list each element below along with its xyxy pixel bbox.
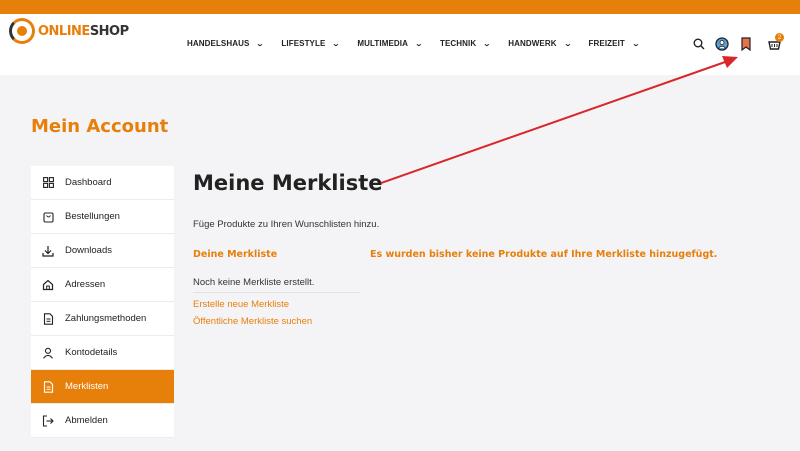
sidebar-item-label: Adressen <box>65 279 106 290</box>
nav-item-multimedia[interactable]: MULTIMEDIA ⌄ <box>357 39 424 48</box>
sidebar-item-label: Abmelden <box>65 415 108 426</box>
document-icon <box>41 380 55 394</box>
logo-text: ONLINESHOP <box>38 24 129 39</box>
nav-item-label: HANDELSHAUS <box>187 39 250 48</box>
sidebar-item-label: Merklisten <box>65 381 109 392</box>
nav-item-handelshaus[interactable]: HANDELSHAUS ⌄ <box>187 39 265 48</box>
user-icon <box>41 346 55 360</box>
chevron-down-icon: ⌄ <box>483 40 492 48</box>
sidebar-item-label: Zahlungsmethoden <box>65 313 147 324</box>
nav-item-freizeit[interactable]: FREIZEIT ⌄ <box>588 39 641 48</box>
wishlist-empty-message: Es wurden bisher keine Produkte auf Ihre… <box>370 249 718 260</box>
chevron-down-icon: ⌄ <box>256 40 265 48</box>
logo-text-part1: ONLINE <box>38 23 90 39</box>
wishlist-page-title: Meine Merkliste <box>193 171 383 195</box>
document-icon <box>41 312 55 326</box>
account-sidebar: Dashboard Bestellungen Downloads Adresse… <box>31 166 174 438</box>
sidebar-item-label: Downloads <box>65 245 112 256</box>
chevron-down-icon: ⌄ <box>631 40 641 48</box>
nav-item-label: FREIZEIT <box>588 39 625 48</box>
logout-icon <box>41 414 55 428</box>
sidebar-item-merklisten[interactable]: Merklisten <box>31 370 174 404</box>
nav-item-technik[interactable]: TECHNIK ⌄ <box>439 39 492 48</box>
nav-item-handwerk[interactable]: HANDWERK ⌄ <box>508 39 572 48</box>
cart-count-badge: 2 <box>775 33 784 42</box>
page-title: Mein Account <box>31 116 169 137</box>
download-icon <box>41 244 55 258</box>
wishlist-heading: Deine Merkliste <box>193 249 278 260</box>
home-icon <box>41 278 55 292</box>
logo-mark-icon <box>9 18 35 44</box>
sidebar-item-bestellungen[interactable]: Bestellungen <box>31 200 174 234</box>
sidebar-item-dashboard[interactable]: Dashboard <box>31 166 174 200</box>
top-accent-bar <box>0 0 800 14</box>
sidebar-item-abmelden[interactable]: Abmelden <box>31 404 174 438</box>
sidebar-item-label: Kontodetails <box>65 347 118 358</box>
bookmark-icon[interactable] <box>739 37 753 51</box>
chevron-down-icon: ⌄ <box>332 40 341 48</box>
sidebar-item-zahlungsmethoden[interactable]: Zahlungsmethoden <box>31 302 174 336</box>
chevron-down-icon: ⌄ <box>563 40 572 48</box>
nav-item-label: HANDWERK <box>508 39 557 48</box>
nav-item-lifestyle[interactable]: LIFESTYLE ⌄ <box>281 39 341 48</box>
create-wishlist-link[interactable]: Erstelle neue Merkliste <box>193 299 289 310</box>
divider <box>193 292 360 293</box>
sidebar-item-adressen[interactable]: Adressen <box>31 268 174 302</box>
wishlist-intro-text: Füge Produkte zu Ihren Wunschlisten hinz… <box>193 219 380 230</box>
grid-icon <box>41 176 55 190</box>
annotation-arrow-line <box>380 60 729 184</box>
sidebar-item-downloads[interactable]: Downloads <box>31 234 174 268</box>
bag-icon <box>41 210 55 224</box>
chevron-down-icon: ⌄ <box>414 40 424 48</box>
search-icon[interactable] <box>692 37 706 51</box>
sidebar-item-kontodetails[interactable]: Kontodetails <box>31 336 174 370</box>
nav-item-label: MULTIMEDIA <box>357 39 409 48</box>
nav-item-label: TECHNIK <box>439 39 477 48</box>
no-wishlist-text: Noch keine Merkliste erstellt. <box>193 277 315 288</box>
logo-text-part2: SHOP <box>89 23 129 39</box>
sidebar-item-label: Dashboard <box>65 177 112 188</box>
search-public-wishlist-link[interactable]: Öffentliche Merkliste suchen <box>193 316 312 327</box>
account-icon[interactable] <box>715 37 729 51</box>
main-navigation: HANDELSHAUS ⌄ LIFESTYLE ⌄ MULTIMEDIA ⌄ TECH… <box>187 39 657 48</box>
nav-item-label: LIFESTYLE <box>281 39 326 48</box>
sidebar-item-label: Bestellungen <box>65 211 120 222</box>
site-logo[interactable]: ONLINESHOP <box>9 18 129 44</box>
